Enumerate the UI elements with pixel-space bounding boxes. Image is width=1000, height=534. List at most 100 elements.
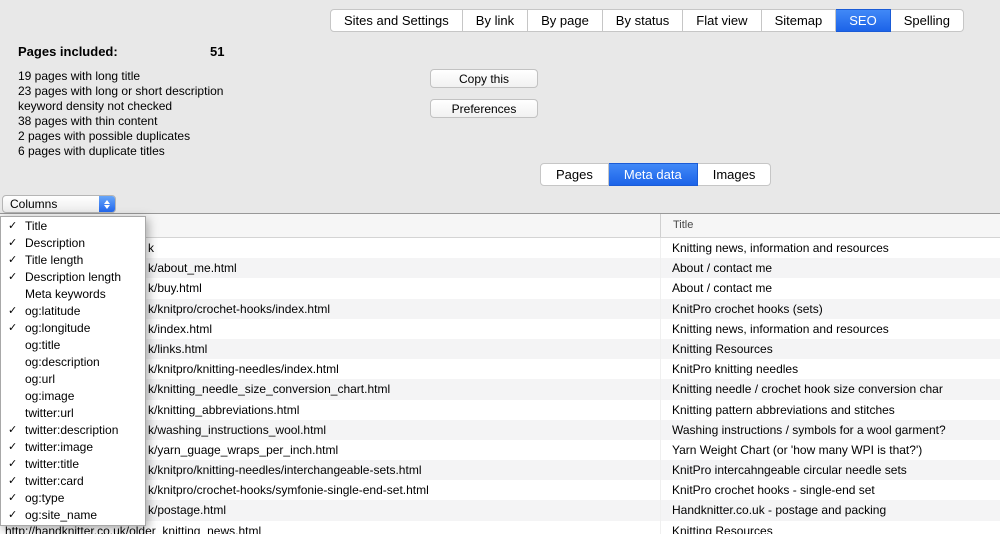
main-tab[interactable]: Spelling <box>891 9 964 32</box>
columns-menu-item[interactable]: og:type <box>1 490 145 507</box>
table-row[interactable]: k/postage.html Handknitter.co.uk - posta… <box>0 500 1000 520</box>
checkmark-icon <box>8 439 17 456</box>
columns-menu-item[interactable]: og:image <box>1 388 145 405</box>
table-row[interactable]: k/yarn_guage_wraps_per_inch.html Yarn We… <box>0 440 1000 460</box>
title-cell: Knitting Resources <box>660 521 773 534</box>
summary-line: 2 pages with possible duplicates <box>18 129 278 144</box>
main-tab[interactable]: By link <box>463 9 528 32</box>
checkmark-icon <box>8 218 17 235</box>
main-tab[interactable]: By page <box>528 9 603 32</box>
pages-included-row: Pages included: 51 <box>18 44 278 59</box>
table-row[interactable]: k/knitpro/crochet-hooks/index.html KnitP… <box>0 299 1000 319</box>
checkmark-icon <box>8 303 17 320</box>
table-row[interactable]: k/knitting_needle_size_conversion_chart.… <box>0 379 1000 399</box>
checkmark-icon <box>8 422 17 439</box>
main-tab[interactable]: Sites and Settings <box>330 9 463 32</box>
main-tab[interactable]: Flat view <box>683 9 761 32</box>
summary-line: keyword density not checked <box>18 99 278 114</box>
view-tab-bar: Pages Meta data Images <box>540 163 771 186</box>
title-cell: Knitting needle / crochet hook size conv… <box>660 379 943 399</box>
main-tab[interactable]: By status <box>603 9 683 32</box>
preferences-button[interactable]: Preferences <box>430 99 538 118</box>
columns-menu-item[interactable]: Meta keywords <box>1 286 145 303</box>
columns-menu-item-label: og:description <box>25 355 100 369</box>
summary-line: 19 pages with long title <box>18 69 278 84</box>
summary-lines: 19 pages with long title 23 pages with l… <box>18 69 278 159</box>
title-cell: KnitPro crochet hooks - single-end set <box>660 480 875 500</box>
columns-menu: Title Description Title length Descripti… <box>0 216 146 526</box>
chevron-updown-icon <box>99 196 115 212</box>
checkmark-icon <box>8 490 17 507</box>
columns-menu-item[interactable]: og:description <box>1 354 145 371</box>
table-row[interactable]: k/index.html Knitting news, information … <box>0 319 1000 339</box>
column-divider <box>660 238 661 534</box>
checkmark-icon <box>8 252 17 269</box>
columns-menu-item[interactable]: twitter:image <box>1 439 145 456</box>
columns-dropdown-button[interactable]: Columns <box>2 195 116 213</box>
view-tab[interactable]: Images <box>698 163 772 186</box>
columns-menu-item-label: Description <box>25 236 85 250</box>
summary-line: 23 pages with long or short description <box>18 84 278 99</box>
checkmark-icon <box>8 320 17 337</box>
checkmark-icon <box>8 507 17 524</box>
columns-menu-item[interactable]: Title length <box>1 252 145 269</box>
columns-menu-item[interactable]: og:longitude <box>1 320 145 337</box>
table-row[interactable]: k/about_me.html About / contact me <box>0 258 1000 278</box>
columns-menu-item[interactable]: twitter:url <box>1 405 145 422</box>
checkmark-icon <box>8 456 17 473</box>
columns-menu-item[interactable]: twitter:title <box>1 456 145 473</box>
table-row[interactable]: k/knitpro/knitting-needles/index.html Kn… <box>0 359 1000 379</box>
columns-menu-item[interactable]: Title <box>1 218 145 235</box>
title-column-header[interactable]: Title <box>660 214 1000 237</box>
checkmark-icon <box>8 473 17 490</box>
view-tab[interactable]: Pages <box>540 163 609 186</box>
view-tab[interactable]: Meta data <box>609 163 698 186</box>
columns-menu-item[interactable]: twitter:card <box>1 473 145 490</box>
title-cell: About / contact me <box>660 278 772 298</box>
table-row[interactable]: http://handknitter.co.uk/older_knitting_… <box>0 521 1000 534</box>
columns-menu-item-label: Title length <box>25 253 83 267</box>
table-row[interactable]: k Knitting news, information and resourc… <box>0 238 1000 258</box>
columns-menu-item-label: Meta keywords <box>25 287 106 301</box>
columns-menu-item-label: Description length <box>25 270 121 284</box>
summary-line: 38 pages with thin content <box>18 114 278 129</box>
copy-this-button[interactable]: Copy this <box>430 69 538 88</box>
columns-menu-item[interactable]: og:latitude <box>1 303 145 320</box>
table-row[interactable]: k/knitting_abbreviations.html Knitting p… <box>0 400 1000 420</box>
columns-menu-item-label: twitter:image <box>25 440 93 454</box>
columns-menu-item-label: og:longitude <box>25 321 90 335</box>
columns-menu-item[interactable]: og:title <box>1 337 145 354</box>
table-row[interactable]: k/washing_instructions_wool.html Washing… <box>0 420 1000 440</box>
main-tab-bar: Sites and Settings By link By page By st… <box>330 9 964 32</box>
meta-data-table: Title k Knitting news, information and r… <box>0 213 1000 534</box>
columns-menu-item[interactable]: twitter:description <box>1 422 145 439</box>
table-body: k Knitting news, information and resourc… <box>0 238 1000 534</box>
columns-menu-item[interactable]: Description <box>1 235 145 252</box>
main-tab[interactable]: Sitemap <box>762 9 837 32</box>
main-tab[interactable]: SEO <box>836 9 890 32</box>
columns-menu-item[interactable]: Description length <box>1 269 145 286</box>
summary-line: 6 pages with duplicate titles <box>18 144 278 159</box>
columns-menu-item-label: og:site_name <box>25 508 97 522</box>
columns-menu-item-label: twitter:url <box>25 406 74 420</box>
title-cell: Knitting Resources <box>660 339 773 359</box>
columns-menu-item-label: og:image <box>25 389 74 403</box>
columns-dropdown-label: Columns <box>3 196 99 212</box>
title-cell: Handknitter.co.uk - postage and packing <box>660 500 886 520</box>
title-cell: Washing instructions / symbols for a woo… <box>660 420 946 440</box>
title-cell: Knitting news, information and resources <box>660 319 889 339</box>
columns-menu-item-label: twitter:card <box>25 474 84 488</box>
table-row[interactable]: k/knitpro/knitting-needles/interchangeab… <box>0 460 1000 480</box>
columns-menu-item[interactable]: og:site_name <box>1 507 145 524</box>
title-cell: Knitting news, information and resources <box>660 238 889 258</box>
seo-summary-panel: Pages included: 51 19 pages with long ti… <box>18 44 278 159</box>
columns-menu-item[interactable]: og:url <box>1 371 145 388</box>
table-header-row: Title <box>0 214 1000 238</box>
columns-menu-item-label: twitter:description <box>25 423 118 437</box>
title-cell: KnitPro intercahngeable circular needle … <box>660 460 907 480</box>
title-cell: Knitting pattern abbreviations and stitc… <box>660 400 895 420</box>
table-row[interactable]: k/links.html Knitting Resources <box>0 339 1000 359</box>
columns-menu-item-label: og:latitude <box>25 304 80 318</box>
table-row[interactable]: k/buy.html About / contact me <box>0 278 1000 298</box>
table-row[interactable]: k/knitpro/crochet-hooks/symfonie-single-… <box>0 480 1000 500</box>
